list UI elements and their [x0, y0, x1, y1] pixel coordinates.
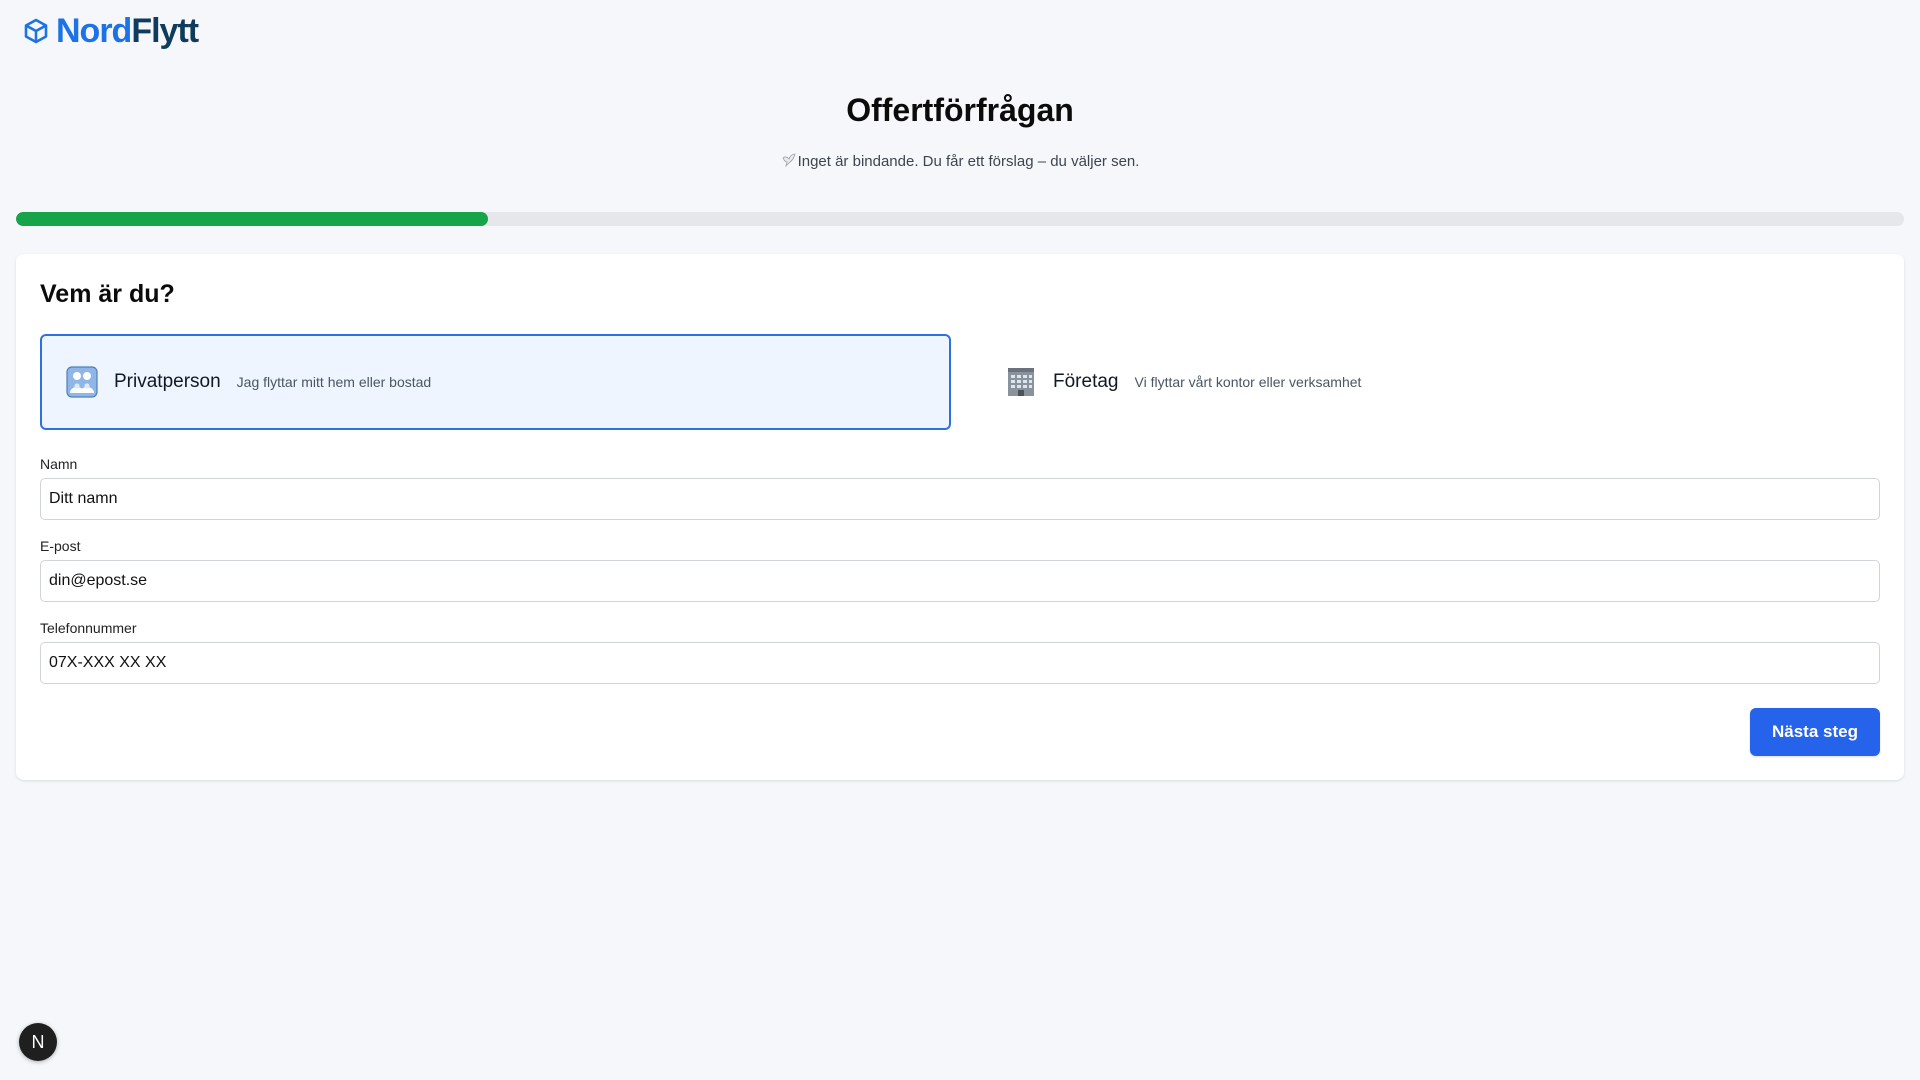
box-icon [22, 17, 50, 45]
name-field-label: Namn [40, 456, 78, 472]
page-subtitle: Inget är bindande. Du får ett förslag – … [0, 152, 1920, 170]
email-field[interactable] [40, 560, 1880, 602]
progress-bar [16, 212, 1904, 226]
phone-field-label: Telefonnummer [40, 620, 137, 636]
subtitle-text: Inget är bindande. Du får ett förslag – … [797, 153, 1140, 170]
family-icon [66, 366, 98, 398]
page-title: Offertförfrågan [846, 92, 1074, 128]
form-heading: Vem är du? [40, 280, 175, 308]
devtools-badge-label: N [31, 1031, 45, 1052]
customer-type-private[interactable]: Privatperson Jag flyttar mitt hem eller … [40, 334, 951, 430]
brand-logo[interactable]: NordFlytt [22, 12, 199, 50]
customer-type-private-label: Privatperson [114, 371, 221, 392]
brand-name: NordFlytt [56, 12, 199, 50]
customer-type-business-description: Vi flyttar vårt kontor eller verksamhet [1134, 374, 1362, 390]
name-field[interactable] [40, 478, 1880, 520]
customer-type-business[interactable]: Företag Vi flyttar vårt kontor eller ver… [979, 334, 1890, 430]
brand-name-part2: Flytt [131, 12, 199, 50]
email-field-label: E-post [40, 538, 81, 554]
phone-field[interactable] [40, 642, 1880, 684]
customer-type-business-label: Företag [1053, 371, 1119, 392]
next-step-button[interactable]: Nästa steg [1750, 708, 1880, 756]
progress-bar-fill [16, 212, 488, 226]
brand-name-part1: Nord [56, 12, 132, 50]
customer-type-private-description: Jag flyttar mitt hem eller bostad [236, 374, 432, 390]
devtools-badge[interactable]: N [19, 1023, 57, 1061]
office-building-icon [1005, 366, 1037, 398]
form-card: Vem är du? Privatperson Jag flyttar mitt… [16, 254, 1904, 780]
dove-icon [781, 152, 797, 168]
